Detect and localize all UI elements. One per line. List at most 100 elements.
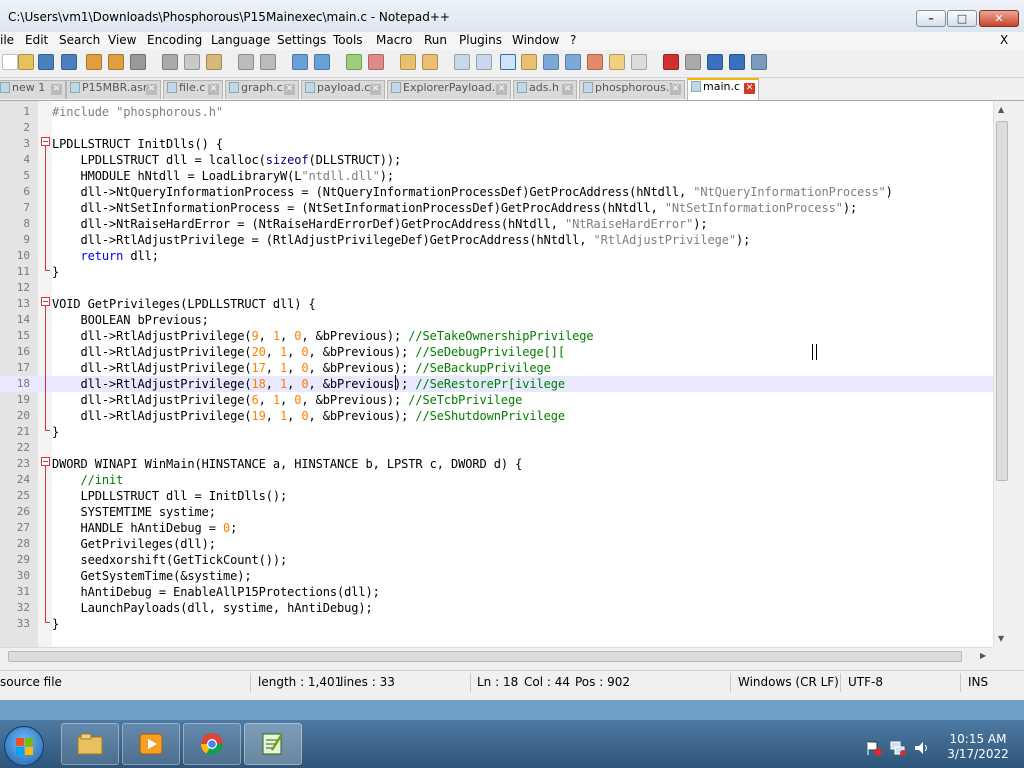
menu-help[interactable]: ? [570,33,576,47]
tab-graph-c[interactable]: graph.c ✕ [225,80,299,99]
code-line[interactable]: 29 seedxorshift(GetTickCount()); [0,552,993,568]
code-line[interactable]: 7 dll->NtSetInformationProcess = (NtSetI… [0,200,993,216]
maximize-button[interactable]: □ [947,10,977,27]
scroll-down-icon[interactable]: ▼ [998,634,1004,643]
tab-payload-c[interactable]: payload.c ✕ [301,80,385,99]
show-all-characters-icon[interactable] [476,54,492,70]
code-line[interactable]: 6 dll->NtQueryInformationProcess = (NtQu… [0,184,993,200]
tab-p15mbr-asm[interactable]: P15MBR.asm ✕ [66,80,161,99]
tab-new-1[interactable]: new 1 ✕ [0,80,66,99]
menu-encoding[interactable]: Encoding [147,33,202,47]
zoom-in-icon[interactable] [346,54,362,70]
undo-icon[interactable] [238,54,254,70]
menu-run[interactable]: Run [424,33,447,47]
code-line[interactable]: 14 BOOLEAN bPrevious; [0,312,993,328]
fold-marker-icon[interactable] [41,137,50,146]
code-line[interactable]: 28 GetPrivileges(dll); [0,536,993,552]
play-macro-icon[interactable] [707,54,723,70]
taskbar-explorer-button[interactable] [61,723,119,765]
code-line[interactable]: 3 LPDLLSTRUCT InitDlls() { [0,136,993,152]
close-tab-icon[interactable]: ✕ [496,84,507,95]
code-line[interactable]: 22 [0,440,993,456]
code-line[interactable]: 24 //init [0,472,993,488]
code-line[interactable]: 23 DWORD WINAPI WinMain(HINSTANCE a, HINS… [0,456,993,472]
code-line[interactable]: 20 dll->RtlAdjustPrivilege(19, 1, 0, &bP… [0,408,993,424]
close-file-icon[interactable] [86,54,102,70]
tab-file-c[interactable]: file.c ✕ [163,80,223,99]
folder-as-workspace-icon[interactable] [587,54,603,70]
menu-tools[interactable]: Tools [333,33,363,47]
code-line[interactable]: 2 [0,120,993,136]
close-tab-icon[interactable]: ✕ [51,84,62,95]
code-line[interactable]: 26 SYSTEMTIME systime; [0,504,993,520]
volume-icon[interactable] [913,740,929,756]
cut-icon[interactable] [162,54,178,70]
code-line[interactable]: 10 return dll; [0,248,993,264]
code-line[interactable]: 27 HANDLE hAntiDebug = 0; [0,520,993,536]
document-map-icon[interactable] [543,54,559,70]
system-clock[interactable]: 10:15 AM 3/17/2022 [933,732,1023,762]
code-line[interactable]: 21} [0,424,993,440]
code-line[interactable]: 25 LPDLLSTRUCT dll = InitDlls(); [0,488,993,504]
code-line[interactable]: 1 #include "phosphorous.h" [0,104,993,120]
close-tab-icon[interactable]: ✕ [284,84,295,95]
scroll-right-icon[interactable]: ▶ [980,651,986,660]
code-line[interactable]: 4 LPDLLSTRUCT dll = lcalloc(sizeof(DLLST… [0,152,993,168]
menu-window[interactable]: Window [512,33,559,47]
tab-phosphorous-h[interactable]: phosphorous.h ✕ [579,80,685,99]
menu-file[interactable]: ile [0,33,14,47]
code-line[interactable]: 15 dll->RtlAdjustPrivilege(9, 1, 0, &bPr… [0,328,993,344]
menu-edit[interactable]: Edit [25,33,48,47]
menu-plugins[interactable]: Plugins [459,33,502,47]
close-tab-icon[interactable]: ✕ [146,84,157,95]
code-line[interactable]: 33} [0,616,993,632]
code-line[interactable]: 12 [0,280,993,296]
code-line[interactable]: 16 dll->RtlAdjustPrivilege(20, 1, 0, &bP… [0,344,993,360]
close-tab-icon[interactable]: ✕ [208,84,219,95]
close-tab-icon[interactable]: ✕ [370,84,381,95]
menu-search[interactable]: Search [59,33,100,47]
horizontal-scrollbar[interactable]: ▶ [0,647,993,666]
tab-ads-h[interactable]: ads.h ✕ [513,80,577,99]
code-line[interactable]: 31 hAntiDebug = EnableAllP15Protections(… [0,584,993,600]
code-line[interactable]: 9 dll->RtlAdjustPrivilege = (RtlAdjustPr… [0,232,993,248]
menu-view[interactable]: View [108,33,136,47]
function-list-icon[interactable] [565,54,581,70]
stop-macro-icon[interactable] [685,54,701,70]
menu-macro[interactable]: Macro [376,33,412,47]
minimize-button[interactable]: – [916,10,946,27]
start-button[interactable] [4,726,44,766]
tab-explorerpayload-c[interactable]: ExplorerPayload.c ✕ [387,80,511,99]
save-macro-icon[interactable] [751,54,767,70]
menu-language[interactable]: Language [211,33,270,47]
save-all-icon[interactable] [61,54,77,70]
taskbar-notepadpp-button[interactable] [244,723,302,765]
paste-icon[interactable] [206,54,222,70]
redo-icon[interactable] [260,54,276,70]
sync-vertical-icon[interactable] [400,54,416,70]
indent-guide-icon[interactable] [500,54,516,70]
save-icon[interactable] [38,54,54,70]
record-macro-icon[interactable] [663,54,679,70]
menu-settings[interactable]: Settings [277,33,326,47]
run-macro-multiple-icon[interactable] [729,54,745,70]
code-line[interactable]: 5 HMODULE hNtdll = LoadLibraryW(L"ntdll.… [0,168,993,184]
close-tab-icon[interactable]: ✕ [744,83,755,94]
scroll-up-icon[interactable]: ▲ [998,105,1004,114]
taskbar-media-player-button[interactable] [122,723,180,765]
copy-icon[interactable] [184,54,200,70]
network-icon[interactable] [890,740,906,756]
action-center-flag-icon[interactable] [866,740,882,756]
code-line[interactable]: 30 GetSystemTime(&systime); [0,568,993,584]
horizontal-scroll-thumb[interactable] [8,651,962,662]
code-editor[interactable]: 1 #include "phosphorous.h" 2 3 LPDLLSTRUCT I… [0,101,993,647]
replace-icon[interactable] [314,54,330,70]
document-list-icon[interactable] [609,54,625,70]
vertical-scrollbar[interactable]: ▲ ▼ [993,101,1011,647]
code-line[interactable]: 13 VOID GetPrivileges(LPDLLSTRUCT dll) { [0,296,993,312]
title-bar[interactable]: C:\Users\vm1\Downloads\Phosphorous\P15Ma… [0,0,1024,33]
close-document-button[interactable]: X [1000,33,1008,47]
monitoring-icon[interactable] [631,54,647,70]
close-button[interactable]: ✕ [979,10,1019,27]
zoom-out-icon[interactable] [368,54,384,70]
